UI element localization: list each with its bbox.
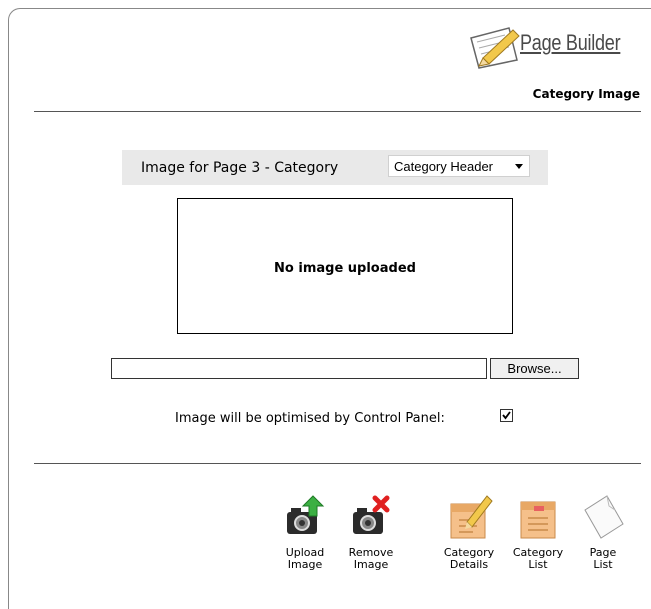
remove-image-button[interactable]: Remove Image (346, 492, 396, 571)
checkmark-icon (502, 411, 511, 420)
upload-image-button[interactable]: Upload Image (280, 492, 330, 571)
category-details-label: Category Details (443, 546, 495, 571)
browse-button[interactable]: Browse... (490, 358, 579, 379)
category-list-button[interactable]: Category List (508, 492, 568, 571)
optimise-label: Image will be optimised by Control Panel… (175, 411, 445, 426)
image-for-label: Image for Page 3 - Category (141, 160, 339, 176)
page-subtitle: Category Image (532, 87, 640, 101)
category-list-label: Category List (512, 546, 564, 571)
page-list-button[interactable]: Page List (578, 492, 628, 571)
bottom-divider (34, 463, 641, 464)
image-type-select[interactable]: Category Header (388, 155, 530, 177)
camera-remove-icon (353, 495, 390, 534)
top-divider (34, 111, 641, 112)
page-icon (584, 495, 624, 539)
camera-upload-icon (287, 495, 325, 534)
remove-image-label: Remove Image (348, 546, 394, 571)
chevron-down-icon (515, 164, 523, 169)
file-path-input[interactable] (111, 358, 487, 379)
image-select-bar: Image for Page 3 - Category Category Hea… (122, 150, 548, 185)
page-list-label: Page List (589, 546, 617, 571)
folder-list-icon (520, 501, 556, 539)
upload-image-label: Upload Image (285, 546, 325, 571)
image-preview: No image uploaded (177, 198, 513, 334)
image-type-select-value: Category Header (394, 159, 493, 174)
preview-empty-text: No image uploaded (274, 261, 416, 276)
app-title[interactable]: Page Builder (520, 30, 621, 56)
category-details-button[interactable]: Category Details (440, 492, 498, 571)
folder-edit-icon (450, 495, 493, 539)
optimise-checkbox[interactable] (500, 409, 513, 422)
